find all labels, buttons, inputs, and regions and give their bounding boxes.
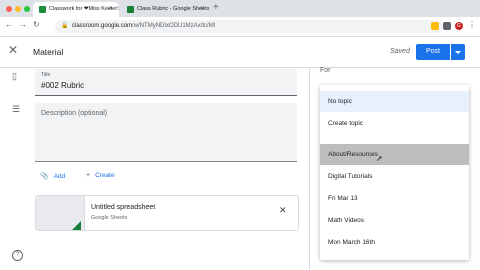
description-placeholder: Description (optional) [41,110,108,117]
lock-icon: 🔒 [61,23,69,29]
post-options-dropdown[interactable] [451,44,465,60]
attachment-card[interactable]: Untitled spreadsheet Google Sheets ✕ [35,195,299,231]
browser-tab-classwork[interactable]: Classwork for ❤Miss Keeler's ✕ [33,2,119,17]
attachment-title[interactable]: Untitled spreadsheet [91,204,155,211]
help-icon[interactable]: ? [12,250,23,261]
close-icon[interactable]: ✕ [8,43,18,57]
paperclip-icon: 📎 [40,173,49,180]
add-label: Add [53,173,66,180]
tab-close-icon[interactable]: ✕ [108,2,113,17]
title-label: Title [41,72,51,78]
address-bar[interactable]: 🔒 classroom.google.com/w/NTMyNDIxODU1MzA… [55,20,443,33]
forward-arrow-icon[interactable]: → [19,20,27,29]
back-arrow-icon[interactable]: ← [5,20,13,29]
remove-attachment-icon[interactable]: ✕ [279,205,287,216]
topic-option-no-topic[interactable]: No topic [320,91,469,112]
create-label: Create [95,172,115,179]
classroom-favicon-icon [39,6,46,13]
attachment-type: Google Sheets [91,215,128,221]
title-field[interactable]: Title #002 Rubric [35,69,297,96]
add-button[interactable]: 📎 Add [40,172,65,180]
option-label: About/Resources [328,151,378,158]
topic-dropdown-menu: No topic Create topic About/Resources Di… [320,85,469,260]
mouse-pointer-icon: ➚ [376,154,383,163]
window-close-dot[interactable] [6,6,12,12]
profile-avatar[interactable]: G [455,22,463,30]
topic-option-math-videos[interactable]: Math Videos [320,210,469,231]
spreadsheet-thumbnail [36,196,85,230]
panel-divider [309,68,310,270]
title-value[interactable]: #002 Rubric [41,81,84,90]
create-button[interactable]: + Create [86,172,115,179]
saved-status: Saved [390,48,410,55]
browser-tab-strip: Classwork for ❤Miss Keeler's ✕ Class Rub… [0,0,480,17]
topic-option-create-topic[interactable]: Create topic [320,113,469,134]
for-label: For [320,67,331,74]
window-zoom-dot[interactable] [24,6,30,12]
browser-menu-icon[interactable]: ⋮ [468,20,476,29]
tab-close-icon[interactable]: ✕ [200,2,205,17]
post-button[interactable]: Post [416,44,450,60]
app-header: ✕ Material Saved Post [0,37,480,68]
browser-toolbar: ← → ↻ 🔒 classroom.google.com/w/NTMyNDIxO… [0,17,480,37]
sheets-icon [72,221,81,230]
topic-option-mon-march-16th[interactable]: Mon March 16th [320,232,469,253]
extension-icon[interactable] [443,22,451,30]
new-tab-icon[interactable]: + [213,2,219,13]
sheets-favicon-icon [127,6,134,13]
description-icon: ☰ [12,104,21,114]
bookmark-star-icon[interactable] [431,22,439,30]
reload-icon[interactable]: ↻ [33,20,40,29]
tab-title: Class Rubric - Google Sheets [137,6,210,12]
window-minimize-dot[interactable] [15,6,21,12]
description-field[interactable]: Description (optional) [35,103,297,162]
topic-option-about-resources[interactable]: About/Resources [320,144,469,165]
browser-tab-sheets[interactable]: Class Rubric - Google Sheets ✕ [121,2,211,17]
topic-option-fri-mar-13[interactable]: Fri Mar 13 [320,188,469,209]
page-title: Material [33,47,64,57]
url-text: classroom.google.com/w/NTMyNDIxODU1MzAx/… [72,23,216,29]
material-icon: ▯ [12,71,17,81]
topic-option-digital-tutorials[interactable]: Digital Tutorials [320,166,469,187]
plus-icon: + [86,172,91,179]
